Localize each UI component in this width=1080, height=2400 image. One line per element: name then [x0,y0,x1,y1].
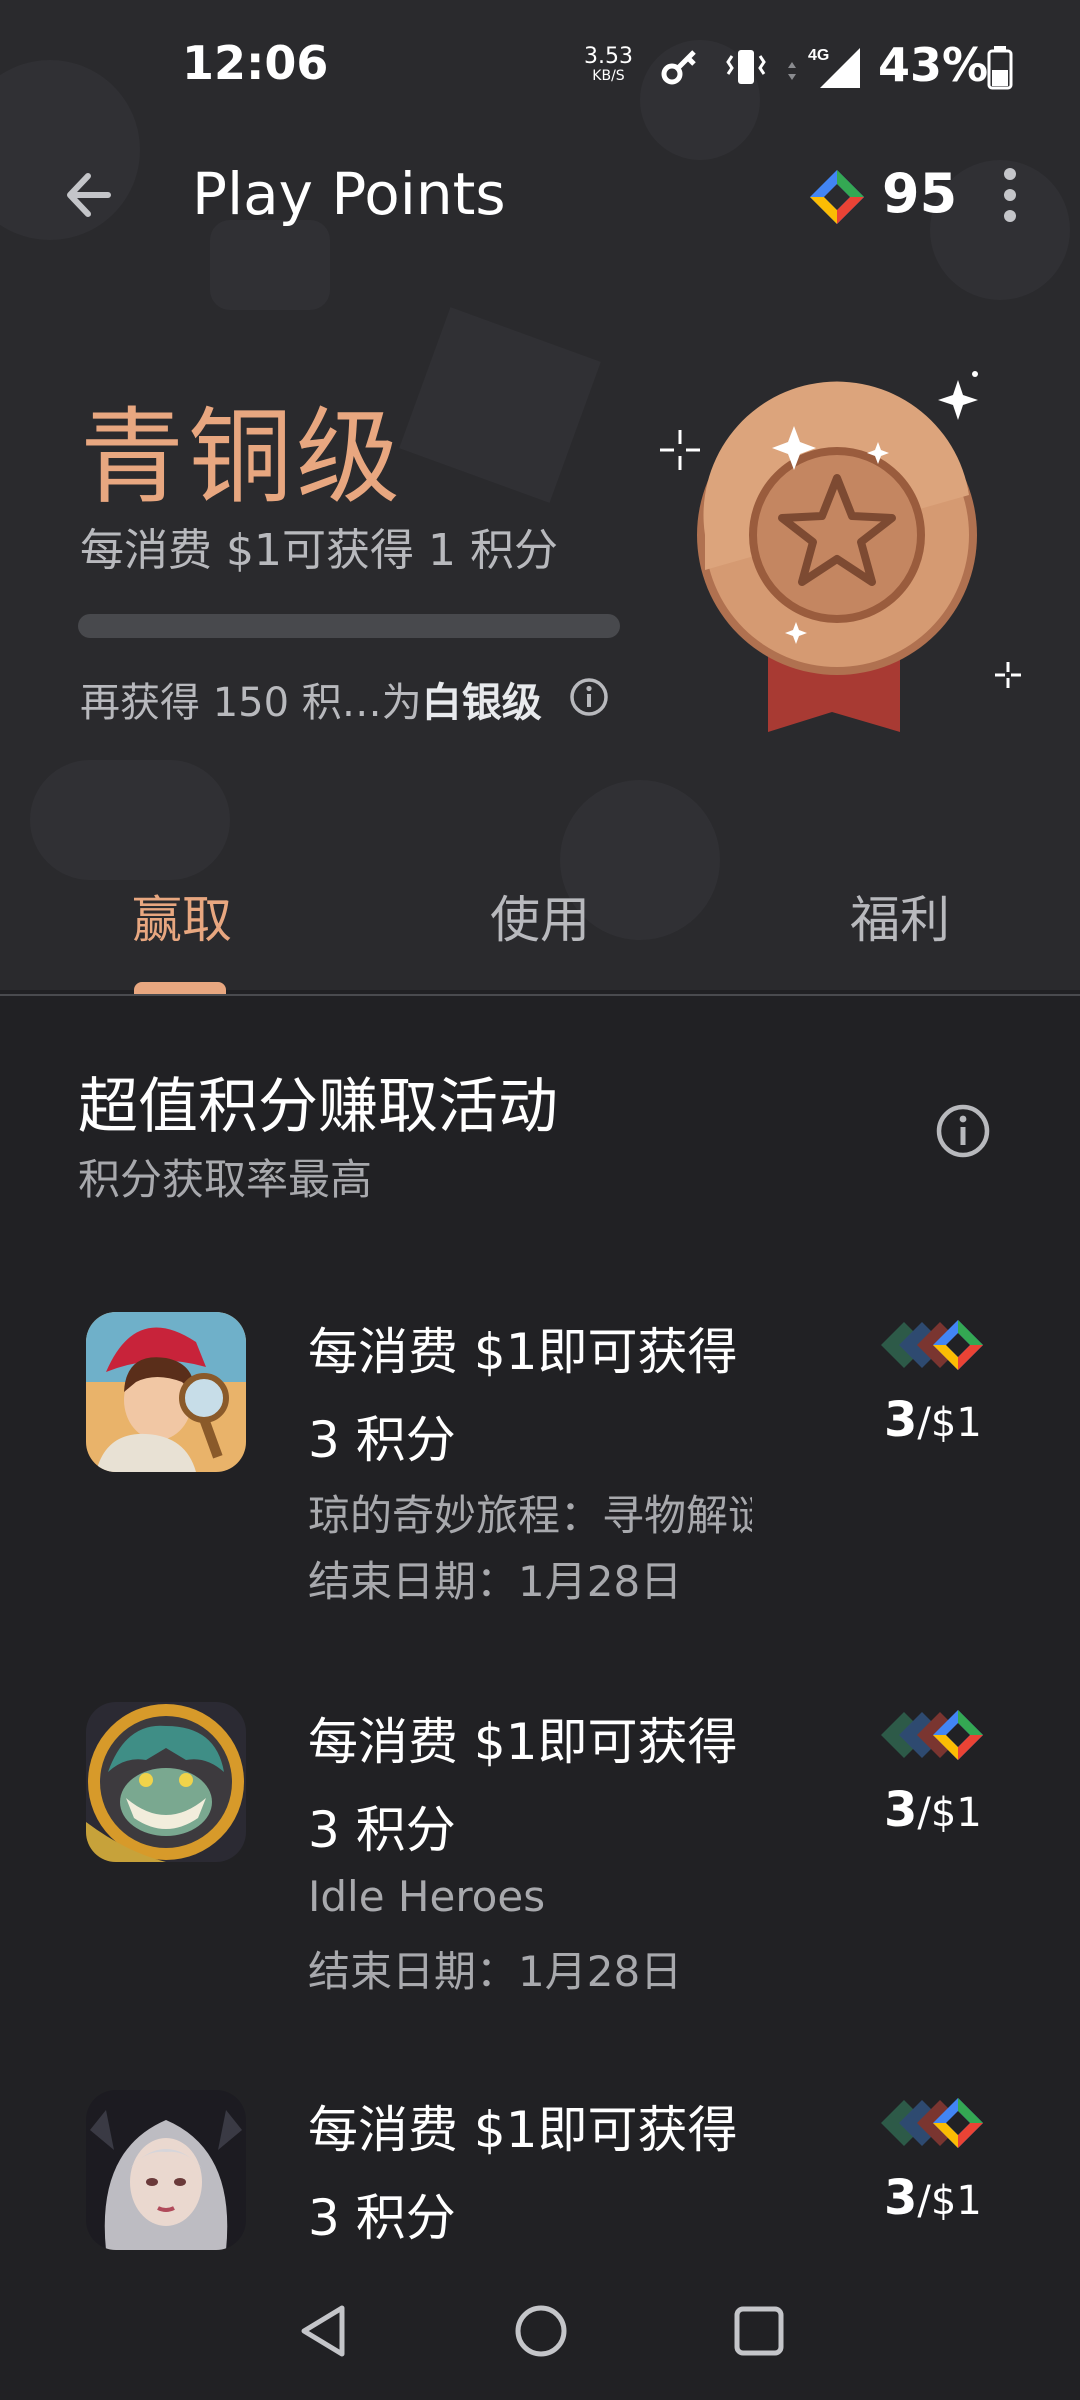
points-multiplier-icon [881,2098,983,2148]
next-tier-name: 白银级 [421,680,542,726]
background-shape [30,760,230,880]
tab-earn[interactable]: 赢取 [132,880,232,952]
next-tier-text: 再获得 150 积…为白银级 [80,670,542,728]
offer-rate-unit: /$1 [917,2178,982,2224]
app-icon-game-character [86,2090,246,2250]
offer-rate-value: 3 [884,1782,918,1838]
nav-home-icon[interactable] [506,2296,576,2366]
tier-progress-bar [78,614,620,638]
tier-earn-rate: 每消费 $1可获得 1 积分 [80,525,558,576]
offer-rate: 3/$1 [884,2170,982,2226]
offer-points: 3 积分 [308,1801,456,1859]
network-speed: 3.53 KB/S [584,44,633,85]
offer-end-date: 结束日期：1月28日 [308,1947,683,1996]
status-bar: 12:06 3.53 KB/S 4G 43% [0,0,1080,136]
info-icon[interactable] [568,676,610,718]
offer-title: 每消费 $1即可获得 [308,1713,738,1771]
info-icon[interactable] [934,1102,992,1160]
app-icon-junes-journey [86,1312,246,1472]
nav-recents-icon[interactable] [724,2296,794,2366]
offer-rate: 3/$1 [884,1782,982,1838]
offer-app-name: 琼的奇妙旅程：寻物解谜 [308,1491,752,1540]
offer-title: 每消费 $1即可获得 [308,1323,738,1381]
offer-item[interactable]: 每消费 $1即可获得 3 积分 Idle Heroes 结束日期：1月28日 3… [0,1702,1080,2022]
vibrate-icon [726,50,766,84]
battery-percent: 43% [878,38,989,92]
offer-end-date: 结束日期：1月28日 [308,1557,683,1606]
tier-name: 青铜级 [80,396,405,518]
offer-points: 3 积分 [308,2189,456,2247]
app-icon-idle-heroes [86,1702,246,1862]
points-balance[interactable]: 95 [882,162,957,225]
tab-indicator [134,982,226,994]
offer-points: 3 积分 [308,1411,456,1469]
offer-rate-unit: /$1 [917,1790,982,1836]
network-speed-value: 3.53 [584,44,633,69]
tabs-divider [0,994,1080,996]
network-type-label: 4G [808,47,829,64]
next-tier-prefix: 再获得 150 积…为 [80,680,422,726]
offer-rate-unit: /$1 [917,1400,982,1446]
vpn-key-icon [661,50,696,85]
battery-icon [987,46,1013,90]
offer-rate: 3/$1 [884,1392,982,1448]
more-vert-icon[interactable] [988,164,1032,226]
tab-perks[interactable]: 福利 [850,880,950,952]
offer-app-name: Idle Heroes [308,1872,546,1921]
network-speed-unit: KB/S [592,68,625,84]
nav-back-icon[interactable] [290,2296,360,2366]
offer-rate-value: 3 [884,1392,918,1448]
page-title: Play Points [192,160,506,228]
signal-4g-icon: 4G [788,47,860,88]
section-subtitle: 积分获取率最高 [78,1155,373,1204]
status-time: 12:06 [182,36,329,90]
tab-bar: 赢取 使用 福利 [0,870,1080,994]
section-title: 超值积分赚取活动 [78,1072,558,1142]
offer-item[interactable]: 每消费 $1即可获得 3 积分 3/$1 [0,2090,1080,2260]
points-multiplier-icon [881,1710,983,1760]
play-points-icon[interactable] [808,168,866,226]
offer-rate-value: 3 [884,2170,918,2226]
offer-title: 每消费 $1即可获得 [308,2101,738,2159]
background-shape [399,307,601,503]
app-bar: Play Points 95 [0,150,1080,240]
offer-item[interactable]: 每消费 $1即可获得 3 积分 琼的奇妙旅程：寻物解谜 结束日期：1月28日 3… [0,1312,1080,1632]
tab-use[interactable]: 使用 [490,880,590,952]
system-nav-bar [0,2262,1080,2400]
back-arrow-icon[interactable] [56,160,126,230]
points-multiplier-icon [881,1320,983,1370]
bronze-medal-icon [660,371,1021,732]
